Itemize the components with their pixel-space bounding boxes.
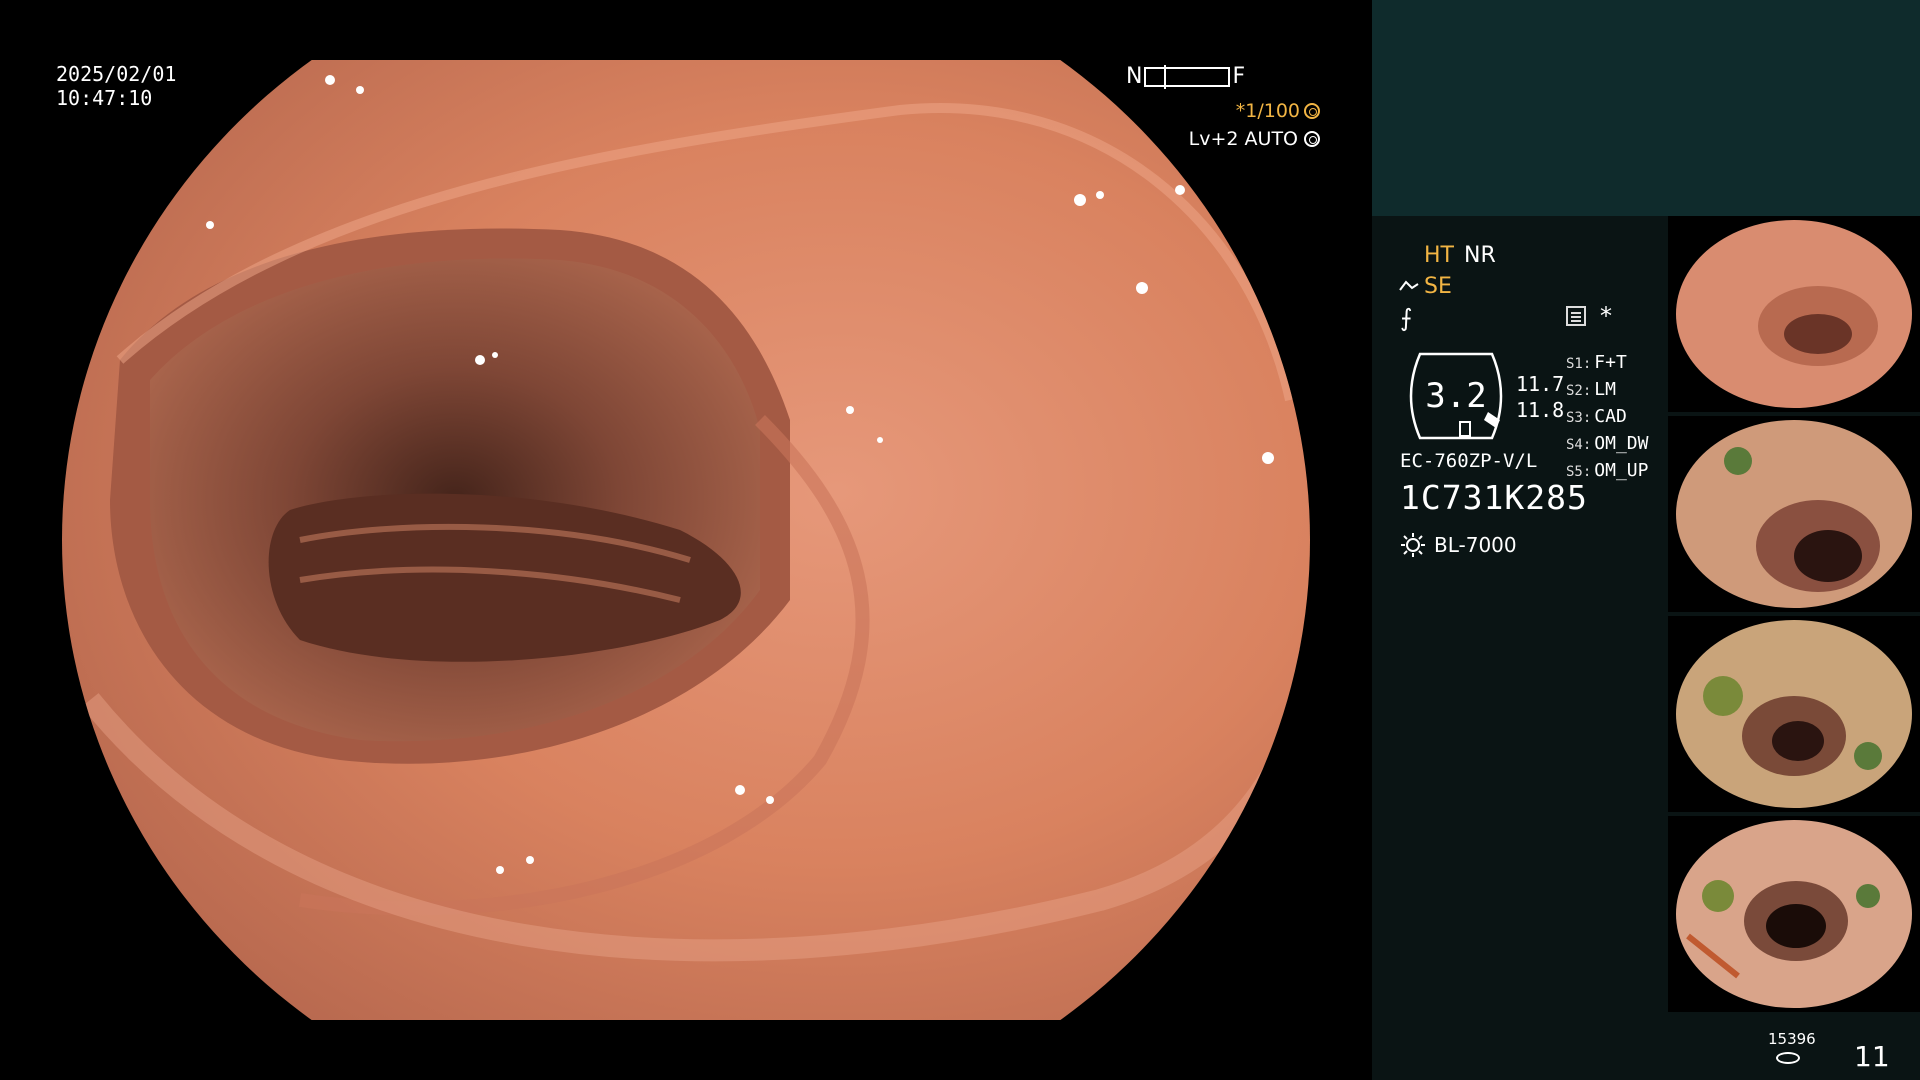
panel-header-area [1372, 0, 1920, 216]
memo-icon [1566, 306, 1586, 326]
image-counter-small: 15396 [1768, 1030, 1816, 1048]
near-label: N [1126, 64, 1143, 89]
shutter-text: *1/100 [1235, 100, 1300, 122]
slot-row: S4: OM_DW [1566, 433, 1649, 454]
info-panel: HT NR SE ⨍ * 3.2 11.7 11.8 S1: F+T S2: LM … [1372, 0, 1920, 1080]
scope-model: EC-760ZP-V/L [1400, 450, 1538, 472]
mode-se: SE [1424, 274, 1452, 299]
captured-thumbnails [1668, 216, 1920, 1016]
scope-serial: 1C731K285 [1400, 478, 1588, 517]
endoscopic-image [62, 60, 1310, 1020]
thumbnail-image [1676, 820, 1912, 1008]
mode-ht: HT [1424, 243, 1454, 268]
endoscope-view: 2025/02/01 10:47:10 N F *1/100 Lv+2 AUTO [0, 0, 1372, 1080]
image-mode-row: HT NR [1424, 243, 1496, 268]
switch-assignments: S1: F+T S2: LM S3: CAD S4: OM_DW S5: OM_UP [1566, 350, 1648, 485]
date-time-stamp: 2025/02/01 10:47:10 [56, 62, 176, 110]
structure-enhance-row: SE [1398, 274, 1452, 299]
auto-icon [1304, 131, 1320, 147]
disk-icon [1776, 1052, 1800, 1064]
image-counter-big: 11 [1854, 1040, 1890, 1073]
near-far-indicator: N F [1126, 64, 1245, 89]
slot-row: S3: CAD [1566, 406, 1627, 427]
sub-value-2: 11.8 [1516, 398, 1565, 422]
star-mark: * [1600, 302, 1612, 330]
thumbnail[interactable] [1668, 216, 1920, 412]
thumbnail-image [1676, 620, 1912, 808]
far-label: F [1232, 64, 1246, 89]
shutter-speed: *1/100 [1236, 100, 1320, 122]
mode-nr: NR [1463, 243, 1496, 268]
date-text: 2025/02/01 [56, 62, 177, 86]
shutter-icon [1304, 103, 1320, 119]
time-text: 10:47:10 [56, 86, 153, 110]
slot-row: S2: LM [1566, 379, 1616, 400]
light-source-text: BL-7000 [1434, 533, 1517, 557]
freeze-icon: ⨍ [1400, 304, 1413, 332]
thumbnail-image [1676, 420, 1912, 608]
scope-icon [1399, 279, 1419, 291]
light-source: BL-7000 [1400, 532, 1517, 558]
sub-value-1: 11.7 [1516, 372, 1565, 396]
level-text: Lv+2 AUTO [1188, 128, 1298, 150]
brightness-level: Lv+2 AUTO [1189, 128, 1320, 150]
field-of-view [62, 60, 1310, 1020]
thumbnail[interactable] [1668, 416, 1920, 612]
thumbnail[interactable] [1668, 616, 1920, 812]
thumbnail[interactable] [1668, 816, 1920, 1012]
slot-row: S1: F+T [1566, 352, 1627, 373]
thumbnail-image [1676, 220, 1912, 408]
near-far-bar [1144, 64, 1231, 89]
gauge-value: 3.2 [1425, 376, 1487, 416]
light-source-icon [1401, 533, 1425, 557]
